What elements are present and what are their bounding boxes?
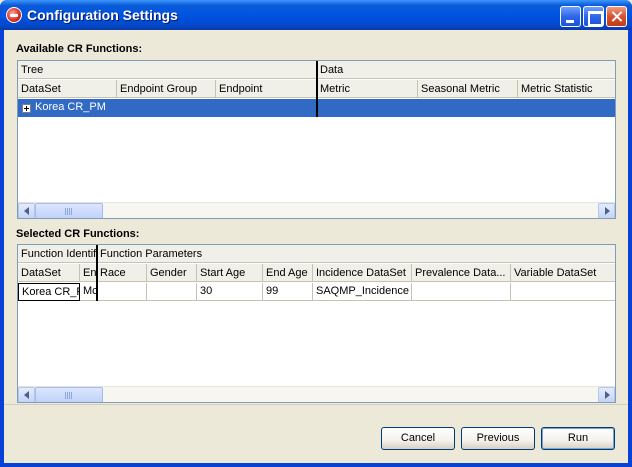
cell-incidence-dataset[interactable]: SAQMP_Incidence (313, 283, 412, 301)
column-header-race[interactable]: Race (97, 264, 147, 282)
column-header-endpoint[interactable]: En (80, 264, 97, 282)
configuration-settings-window: Configuration Settings Available CR Func… (0, 0, 632, 467)
group-header-function-identifier[interactable]: Function Identifi (18, 245, 97, 263)
column-header-metric[interactable]: Metric (317, 80, 418, 98)
horizontal-scrollbar[interactable] (18, 386, 615, 402)
app-icon (6, 7, 22, 23)
previous-button[interactable]: Previous (461, 427, 535, 450)
button-panel: Cancel Previous Run (4, 404, 628, 463)
scrollbar-thumb[interactable] (35, 387, 103, 402)
cell-end-age[interactable]: 99 (263, 283, 313, 301)
cell-race[interactable] (97, 283, 147, 301)
scroll-left-button[interactable] (18, 387, 35, 402)
cell-endpoint[interactable]: Mc (80, 283, 97, 301)
column-header-seasonal-metric[interactable]: Seasonal Metric (418, 80, 518, 98)
maximize-button[interactable] (583, 6, 604, 27)
scroll-left-button[interactable] (18, 203, 35, 218)
scroll-right-button[interactable] (598, 203, 615, 218)
close-button[interactable] (606, 6, 627, 27)
selected-cr-functions-label: Selected CR Functions: (16, 228, 140, 240)
horizontal-scrollbar[interactable] (18, 202, 615, 218)
column-header-dataset[interactable]: DataSet (18, 80, 117, 98)
cell-start-age[interactable]: 30 (197, 283, 263, 301)
title-bar[interactable]: Configuration Settings (0, 0, 632, 30)
cancel-button[interactable]: Cancel (381, 427, 455, 450)
column-header-incidence-dataset[interactable]: Incidence DataSet (313, 264, 412, 282)
cell-variable-dataset[interactable] (511, 283, 615, 301)
group-header-function-parameters[interactable]: Function Parameters (97, 245, 615, 263)
expand-plus-icon[interactable] (22, 104, 31, 113)
window-title: Configuration Settings (27, 7, 178, 23)
cell-prevalence-dataset[interactable] (412, 283, 511, 301)
column-header-endpoint-group[interactable]: Endpoint Group (117, 80, 216, 98)
column-header-gender[interactable]: Gender (147, 264, 197, 282)
minimize-button[interactable] (560, 6, 581, 27)
scrollbar-thumb[interactable] (35, 203, 103, 218)
frozen-column-divider (96, 245, 98, 301)
column-header-start-age[interactable]: Start Age (197, 264, 263, 282)
group-header-tree[interactable]: Tree (18, 61, 317, 79)
cell-dataset[interactable]: Korea CR_F (18, 283, 80, 301)
group-header-data[interactable]: Data (317, 61, 615, 79)
column-header-endpoint[interactable]: Endpoint (216, 80, 317, 98)
row-dataset-cell[interactable]: Korea CR_PM (35, 99, 106, 117)
scroll-right-button[interactable] (598, 387, 615, 402)
dialog-client-area: Available CR Functions: Tree Data DataSe… (4, 30, 628, 463)
run-button[interactable]: Run (541, 427, 615, 450)
cell-gender[interactable] (147, 283, 197, 301)
available-cr-functions-grid[interactable]: Tree Data DataSet Endpoint Group Endpoin… (17, 60, 616, 219)
column-header-dataset[interactable]: DataSet (18, 264, 80, 282)
column-header-variable-dataset[interactable]: Variable DataSet (511, 264, 615, 282)
column-header-end-age[interactable]: End Age (263, 264, 313, 282)
available-cr-functions-label: Available CR Functions: (16, 43, 143, 55)
column-header-metric-statistic[interactable]: Metric Statistic (518, 80, 615, 98)
column-header-prevalence-dataset[interactable]: Prevalence Data... (412, 264, 511, 282)
selected-cr-functions-grid[interactable]: Function Identifi Function Parameters Da… (17, 244, 616, 403)
frozen-column-divider (316, 61, 318, 117)
